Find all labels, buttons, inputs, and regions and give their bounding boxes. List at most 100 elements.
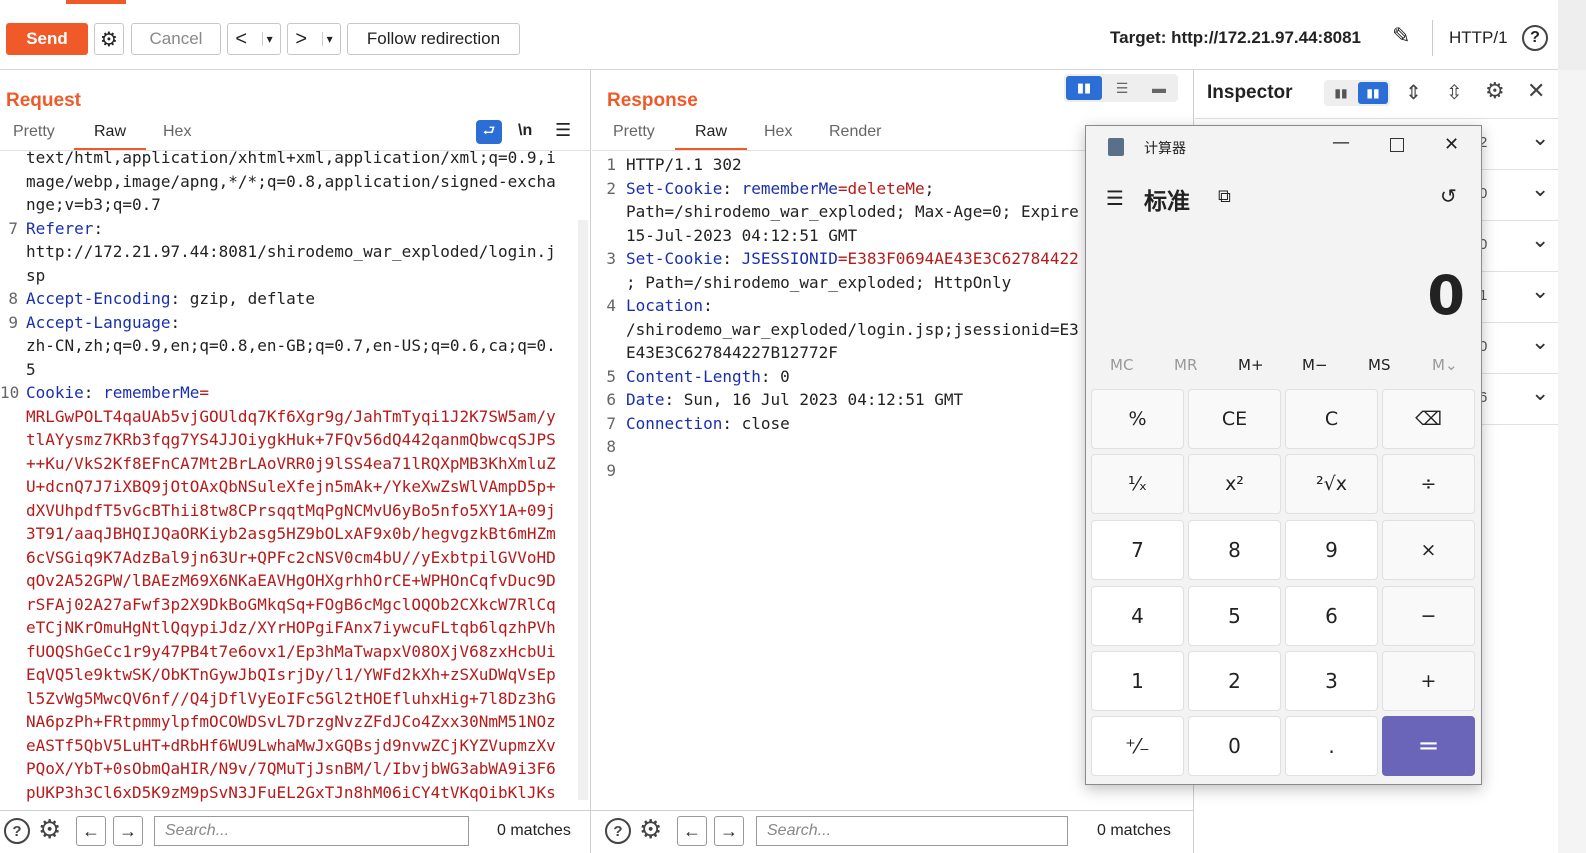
- send-button[interactable]: Send: [6, 23, 88, 55]
- response-tab-raw[interactable]: Raw: [695, 123, 727, 141]
- show-newlines-toggle[interactable]: \n: [518, 122, 532, 140]
- response-tab-pretty[interactable]: Pretty: [613, 123, 655, 141]
- chevron-down-icon[interactable]: ⌄: [1531, 227, 1549, 253]
- response-text: 15-Jul-2023 04:12:51 GMT: [626, 225, 858, 245]
- clear-key[interactable]: C: [1285, 389, 1378, 449]
- minimize-icon[interactable]: —: [1332, 132, 1350, 153]
- panel-divider[interactable]: [590, 70, 591, 853]
- chevron-down-icon[interactable]: ⌄: [1531, 380, 1549, 406]
- digit-8-key[interactable]: 8: [1188, 520, 1281, 580]
- inspector-layout-left-icon[interactable]: ▮▮: [1326, 82, 1356, 104]
- layout-stacked-icon[interactable]: ☰: [1104, 76, 1140, 100]
- square-key[interactable]: x²: [1188, 454, 1281, 514]
- layout-side-by-side-icon[interactable]: ▮▮: [1066, 76, 1102, 100]
- header-value: text/html,application/xhtml+xml,applicat…: [26, 148, 556, 167]
- layout-tabs-icon[interactable]: ▬: [1142, 76, 1176, 100]
- memory-button[interactable]: MS: [1368, 356, 1390, 374]
- digit-0-key[interactable]: 0: [1188, 716, 1281, 776]
- add-key[interactable]: +: [1382, 651, 1475, 711]
- response-settings-icon[interactable]: ⚙: [639, 815, 662, 845]
- line-number: 2: [606, 178, 616, 198]
- hamburger-menu-icon[interactable]: ☰: [1106, 186, 1124, 210]
- follow-redirection-button[interactable]: Follow redirection: [347, 23, 520, 55]
- decimal-key[interactable]: .: [1285, 716, 1378, 776]
- request-menu-icon[interactable]: ☰: [555, 120, 571, 141]
- response-editor[interactable]: 1 HTTP/1.1 302 2 Set-Cookie: rememberMe=del…: [596, 146, 1086, 806]
- calculator-close-icon[interactable]: ✕: [1444, 134, 1459, 155]
- layout-toggle-group: ▮▮ ☰ ▬: [1064, 74, 1178, 102]
- response-bottom-bar: ? ⚙ ← → Search... 0 matches: [591, 810, 1193, 853]
- response-text: /shirodemo_war_exploded/login.jsp;jsessi…: [626, 319, 1079, 339]
- calculator-window-title: 计算器: [1144, 141, 1186, 157]
- edit-pencil-icon[interactable]: ✎: [1392, 24, 1410, 49]
- cookie-value-line: ++Ku/VkS2Kf8EFnCA7Mt2BrLAoVRR0j9lSS4ea71…: [26, 453, 556, 473]
- chevron-down-icon[interactable]: ⌄: [1531, 278, 1549, 304]
- subtract-key[interactable]: −: [1382, 586, 1475, 646]
- percent-key[interactable]: %: [1091, 389, 1184, 449]
- request-tab-pretty[interactable]: Pretty: [13, 123, 55, 141]
- forward-dropdown-icon[interactable]: ▾: [321, 32, 333, 46]
- request-help-icon[interactable]: ?: [4, 818, 30, 844]
- chevron-down-icon[interactable]: ⌄: [1531, 329, 1549, 355]
- request-settings-icon[interactable]: ⚙: [38, 815, 61, 845]
- http-version-selector[interactable]: HTTP/1: [1449, 28, 1508, 48]
- cookie-value-line: eTCjNKrOmuHgNtlQqypiJdz/XYrHOPgiFAnx7iyw…: [26, 618, 556, 637]
- square-root-key[interactable]: ²√x: [1285, 454, 1378, 514]
- chevron-down-icon[interactable]: ⌄: [1531, 125, 1549, 151]
- back-dropdown-icon[interactable]: ▾: [261, 32, 273, 46]
- forward-button[interactable]: > ▾: [287, 23, 341, 55]
- backspace-key[interactable]: ⌫: [1382, 389, 1475, 449]
- maximize-icon[interactable]: [1390, 138, 1404, 152]
- chevron-down-icon[interactable]: ⌄: [1531, 176, 1549, 202]
- response-next-match-button[interactable]: →: [714, 816, 744, 846]
- digit-5-key[interactable]: 5: [1188, 586, 1281, 646]
- calculator-window[interactable]: 计算器 — ✕ ☰ 标准 ⧉ ↺ 0 MC MR M+ M− MS M⌄ % CE C ⌫ ¹⁄ₓ…: [1085, 125, 1482, 785]
- history-icon[interactable]: ↺: [1440, 184, 1457, 208]
- cancel-button[interactable]: Cancel: [131, 23, 221, 55]
- digit-2-key[interactable]: 2: [1188, 651, 1281, 711]
- response-tab-render[interactable]: Render: [829, 123, 881, 141]
- inspector-settings-icon[interactable]: ⚙: [1485, 78, 1505, 104]
- memory-button[interactable]: M+: [1238, 356, 1264, 374]
- response-line: /shirodemo_war_exploded/login.jsp;jsessi…: [626, 318, 1079, 342]
- request-editor[interactable]: text/html,application/xhtml+xml,applicat…: [0, 146, 578, 806]
- cookie-value-line: qOv2A52GPW/lBAEzM69X6NKaEAVHgOHXgrhhOrCE…: [26, 571, 556, 590]
- help-icon[interactable]: ?: [1522, 25, 1548, 51]
- request-search-input[interactable]: Search...: [154, 816, 469, 846]
- header-value: sp: [26, 265, 46, 285]
- settings-gear-icon[interactable]: ⚙: [94, 23, 124, 55]
- digit-9-key[interactable]: 9: [1285, 520, 1378, 580]
- digit-3-key[interactable]: 3: [1285, 651, 1378, 711]
- response-help-icon[interactable]: ?: [605, 818, 631, 844]
- back-button[interactable]: < ▾: [227, 23, 281, 55]
- calculator-display: 0: [1427, 264, 1465, 327]
- response-match-count: 0 matches: [1097, 822, 1171, 839]
- divide-key[interactable]: ÷: [1382, 454, 1475, 514]
- digit-7-key[interactable]: 7: [1091, 520, 1184, 580]
- digit-4-key[interactable]: 4: [1091, 586, 1184, 646]
- request-prev-match-button[interactable]: ←: [76, 816, 106, 846]
- request-tab-hex[interactable]: Hex: [163, 123, 191, 141]
- expand-all-icon[interactable]: ⇕: [1405, 80, 1422, 105]
- response-search-input[interactable]: Search...: [756, 816, 1068, 846]
- request-tab-raw[interactable]: Raw: [94, 123, 126, 141]
- request-scrollbar[interactable]: [578, 220, 588, 800]
- word-wrap-icon[interactable]: ⮐: [476, 120, 502, 144]
- collapse-all-icon[interactable]: ⇳: [1446, 80, 1463, 105]
- negate-key[interactable]: ⁺⁄₋: [1091, 716, 1184, 776]
- reciprocal-key[interactable]: ¹⁄ₓ: [1091, 454, 1184, 514]
- clear-entry-key[interactable]: CE: [1188, 389, 1281, 449]
- cookie-value-line: eASTf5QbV5LuHT+dRbHf6WU9LwhaMwJxGQBsjd9n…: [26, 735, 556, 755]
- memory-button[interactable]: M−: [1302, 356, 1328, 374]
- inspector-layout-right-icon[interactable]: ▮▮: [1358, 82, 1388, 104]
- request-next-match-button[interactable]: →: [113, 816, 143, 846]
- multiply-key[interactable]: ×: [1382, 520, 1475, 580]
- inspector-close-icon[interactable]: ✕: [1527, 78, 1545, 104]
- equals-key[interactable]: =: [1382, 716, 1475, 776]
- request-line: Accept-Language:: [26, 311, 180, 335]
- digit-1-key[interactable]: 1: [1091, 651, 1184, 711]
- response-tab-hex[interactable]: Hex: [764, 123, 792, 141]
- digit-6-key[interactable]: 6: [1285, 586, 1378, 646]
- keep-on-top-icon[interactable]: ⧉: [1218, 186, 1231, 207]
- response-prev-match-button[interactable]: ←: [677, 816, 707, 846]
